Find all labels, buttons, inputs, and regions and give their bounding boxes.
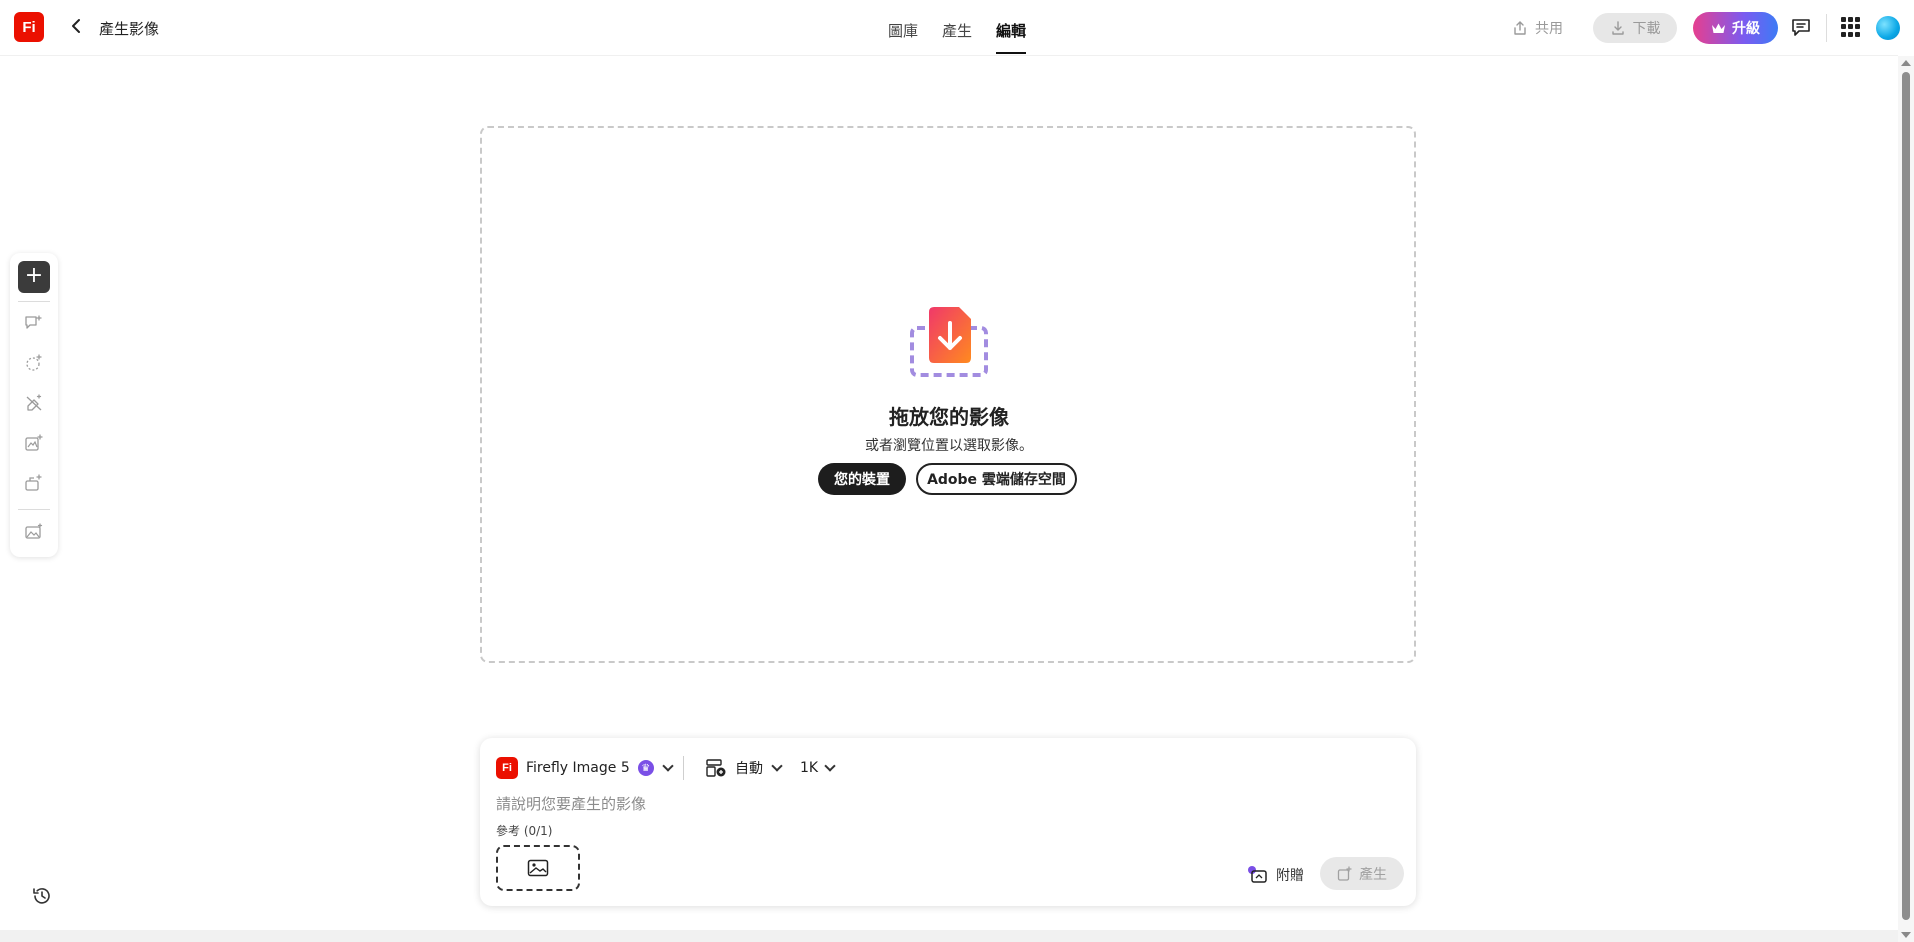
firefly-logo[interactable]: Fi [14, 12, 44, 42]
share-icon [1514, 21, 1526, 35]
dropzone-title: 拖放您的影像 [889, 405, 1009, 429]
chevron-down-icon [662, 760, 674, 772]
scroll-down-arrow[interactable] [1901, 932, 1911, 938]
attach-icon [1248, 866, 1267, 883]
download-icon [1611, 21, 1624, 35]
top-header: Fi 產生影像 圖庫 產生 編輯 共用 下載 升級 [0, 0, 1900, 56]
share-button[interactable]: 共用 [1512, 14, 1563, 42]
crown-icon [1712, 23, 1725, 33]
prompt-panel: Fi Firefly Image 5 ♛ 自動 1K 參考 (0/1) 附贈 產… [480, 738, 1416, 906]
chevron-down-icon [824, 760, 836, 772]
tab-generate[interactable]: 產生 [942, 0, 972, 56]
page-title: 產生影像 [99, 20, 160, 38]
image-icon [527, 859, 549, 877]
upgrade-label: 升級 [1732, 21, 1760, 37]
premium-crown-icon: ♛ [637, 760, 654, 776]
history-icon[interactable] [31, 885, 53, 907]
expand-icon[interactable] [24, 473, 44, 493]
download-button[interactable]: 下載 [1593, 13, 1677, 43]
avatar[interactable] [1876, 16, 1900, 40]
generate-label: 產生 [1359, 866, 1387, 883]
prompt-input[interactable] [494, 790, 1374, 818]
bottom-strip [0, 930, 1898, 942]
reference-image-slot[interactable] [496, 845, 580, 891]
scroll-up-arrow[interactable] [1901, 60, 1911, 66]
chevron-down-icon [771, 760, 783, 772]
add-icon[interactable]: + [18, 261, 50, 293]
attach-button[interactable]: 附贈 [1246, 862, 1304, 888]
scrollbar[interactable] [1898, 56, 1914, 942]
toolbar-divider [18, 301, 50, 302]
aspect-ratio-icon [706, 759, 726, 777]
dropzone-subtitle: 或者瀏覽位置以選取影像。 [865, 438, 1033, 454]
tab-edit[interactable]: 編輯 [996, 0, 1027, 56]
toolbar-divider [18, 509, 50, 510]
your-device-button[interactable]: 您的裝置 [818, 463, 906, 495]
generate-icon [1337, 865, 1352, 881]
panel-divider [683, 756, 684, 780]
adobe-cloud-button[interactable]: Adobe 雲端儲存空間 [916, 463, 1077, 495]
remove-background-icon[interactable] [24, 353, 44, 373]
main-tabs: 圖庫 產生 編輯 [888, 0, 1027, 56]
tab-gallery[interactable]: 圖庫 [888, 0, 918, 56]
attach-label: 附贈 [1276, 868, 1304, 884]
resolution-selector[interactable]: 1K [800, 755, 836, 781]
reference-image-icon[interactable] [24, 522, 44, 542]
reference-label: 參考 (0/1) [496, 824, 553, 838]
upgrade-button[interactable]: 升級 [1693, 12, 1778, 44]
firefly-model-icon: Fi [496, 757, 518, 779]
share-label: 共用 [1535, 21, 1563, 37]
back-button[interactable] [66, 14, 88, 40]
scroll-thumb[interactable] [1902, 72, 1910, 920]
image-dropzone[interactable] [480, 126, 1416, 663]
aspect-ratio-value: 自動 [735, 761, 763, 777]
chevron-left-icon [72, 19, 80, 33]
generate-button[interactable]: 產生 [1320, 857, 1404, 890]
header-divider [1826, 14, 1827, 42]
chat-icon[interactable] [1790, 16, 1812, 38]
resolution-value: 1K [800, 760, 819, 776]
aspect-ratio-selector[interactable]: 自動 [705, 755, 783, 781]
drop-image-icon [910, 307, 988, 377]
download-label: 下載 [1632, 21, 1661, 37]
model-name: Firefly Image 5 [526, 760, 630, 776]
text-prompt-icon[interactable] [24, 313, 44, 333]
apps-grid-icon[interactable] [1841, 17, 1861, 37]
model-selector[interactable]: Fi Firefly Image 5 ♛ [496, 755, 674, 781]
